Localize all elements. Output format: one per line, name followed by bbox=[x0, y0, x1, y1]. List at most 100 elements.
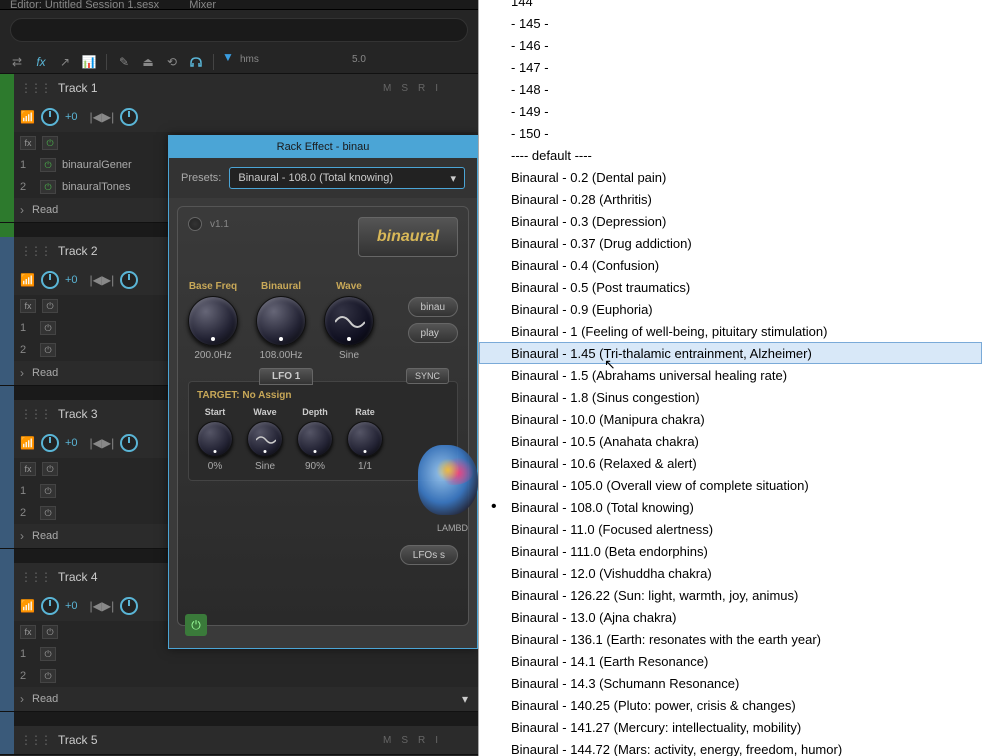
mute-button[interactable]: M bbox=[383, 83, 391, 94]
volume-knob[interactable] bbox=[41, 108, 59, 126]
preset-item[interactable]: Binaural - 136.1 (Earth: resonates with … bbox=[479, 628, 982, 650]
automation-mode[interactable]: Read bbox=[32, 367, 58, 379]
track-name[interactable]: Track 1 bbox=[58, 81, 375, 95]
grip-icon[interactable]: ⋮⋮⋮ bbox=[20, 244, 50, 258]
dialog-title-bar[interactable]: Rack Effect - binau bbox=[169, 136, 477, 158]
preset-item[interactable]: Binaural - 1.5 (Abrahams universal heali… bbox=[479, 364, 982, 386]
lfo-target[interactable]: TARGET: No Assign bbox=[197, 390, 449, 401]
pan-knob[interactable] bbox=[120, 108, 138, 126]
record-button[interactable]: R bbox=[418, 83, 425, 94]
preset-item[interactable]: Binaural - 126.22 (Sun: light, warmth, j… bbox=[479, 584, 982, 606]
preset-item[interactable]: - 146 - bbox=[479, 34, 982, 56]
automation-mode[interactable]: Read bbox=[32, 530, 58, 542]
preset-item[interactable]: Binaural - 0.28 (Arthritis) bbox=[479, 188, 982, 210]
preset-item[interactable]: Binaural - 111.0 (Beta endorphins) bbox=[479, 540, 982, 562]
power-icon[interactable]: ⏻ bbox=[40, 343, 56, 357]
preset-item[interactable]: Binaural - 105.0 (Overall view of comple… bbox=[479, 474, 982, 496]
mute-button[interactable]: M bbox=[383, 735, 391, 746]
pan-knob[interactable] bbox=[120, 271, 138, 289]
preset-item[interactable]: Binaural - 1 (Feeling of well-being, pit… bbox=[479, 320, 982, 342]
power-icon[interactable]: ⏻ bbox=[40, 647, 56, 661]
preset-item[interactable]: Binaural - 140.25 (Pluto: power, crisis … bbox=[479, 694, 982, 716]
preset-item[interactable]: - 149 - bbox=[479, 100, 982, 122]
basefreq-knob[interactable] bbox=[188, 296, 238, 346]
overview-bar[interactable] bbox=[10, 18, 468, 42]
eq-icon[interactable]: 📊 bbox=[80, 53, 98, 71]
preset-item[interactable]: - 148 - bbox=[479, 78, 982, 100]
wave-knob[interactable] bbox=[324, 296, 374, 346]
preset-item[interactable]: Binaural - 11.0 (Focused alertness) bbox=[479, 518, 982, 540]
lfos-button[interactable]: LFOs s bbox=[400, 545, 458, 565]
lfo-tab[interactable]: LFO 1 bbox=[259, 368, 313, 385]
preset-item[interactable]: Binaural - 141.27 (Mercury: intellectual… bbox=[479, 716, 982, 738]
preset-item[interactable]: Binaural - 0.5 (Post traumatics) bbox=[479, 276, 982, 298]
preset-item[interactable]: - 147 - bbox=[479, 56, 982, 78]
preset-item[interactable]: Binaural - 10.5 (Anahata chakra) bbox=[479, 430, 982, 452]
power-icon[interactable]: ⏻ bbox=[40, 484, 56, 498]
plugin-power-icon[interactable] bbox=[188, 217, 202, 231]
headphone-icon[interactable] bbox=[187, 53, 205, 71]
preset-item[interactable]: Binaural - 0.9 (Euphoria) bbox=[479, 298, 982, 320]
pan-knob[interactable] bbox=[120, 597, 138, 615]
preset-item[interactable]: - 150 - bbox=[479, 122, 982, 144]
solo-button[interactable]: S bbox=[401, 735, 408, 746]
expand-icon[interactable]: › bbox=[20, 529, 24, 543]
preset-dropdown-list[interactable]: 144- 145 -- 146 -- 147 -- 148 -- 149 -- … bbox=[478, 0, 982, 756]
volume-knob[interactable] bbox=[41, 597, 59, 615]
expand-icon[interactable]: › bbox=[20, 366, 24, 380]
track-header[interactable]: ⋮⋮⋮ Track 1 M S R I bbox=[0, 74, 478, 102]
mixer-tab[interactable]: Mixer bbox=[189, 0, 216, 11]
power-icon[interactable]: ⏻ bbox=[40, 158, 56, 172]
preset-item[interactable]: Binaural - 0.37 (Drug addiction) bbox=[479, 232, 982, 254]
playhead-icon[interactable]: ▼ bbox=[222, 50, 234, 64]
lfo-start-knob[interactable] bbox=[197, 421, 233, 457]
pan-knob[interactable] bbox=[120, 434, 138, 452]
grip-icon[interactable]: ⋮⋮⋮ bbox=[20, 81, 50, 95]
power-icon[interactable]: ⏻ bbox=[42, 625, 58, 639]
fx-icon[interactable]: fx bbox=[32, 53, 50, 71]
volume-value[interactable]: +0 bbox=[65, 274, 78, 286]
input-button[interactable]: I bbox=[435, 83, 438, 94]
power-icon[interactable]: ⏻ bbox=[42, 299, 58, 313]
volume-knob[interactable] bbox=[41, 434, 59, 452]
preset-item[interactable]: Binaural - 1.8 (Sinus congestion) bbox=[479, 386, 982, 408]
chevron-down-icon[interactable]: ▾ bbox=[462, 692, 468, 706]
tool-icon-3[interactable]: ⟲ bbox=[163, 53, 181, 71]
volume-knob[interactable] bbox=[41, 271, 59, 289]
preset-item[interactable]: Binaural - 14.1 (Earth Resonance) bbox=[479, 650, 982, 672]
grip-icon[interactable]: ⋮⋮⋮ bbox=[20, 570, 50, 584]
dialog-power-button[interactable]: ⏻ bbox=[185, 614, 207, 636]
volume-value[interactable]: +0 bbox=[65, 600, 78, 612]
preset-item[interactable]: Binaural - 0.2 (Dental pain) bbox=[479, 166, 982, 188]
preset-item[interactable]: - 145 - bbox=[479, 12, 982, 34]
power-icon[interactable]: ⏻ bbox=[42, 136, 58, 150]
preset-item[interactable]: Binaural - 1.45 (Tri-thalamic entrainmen… bbox=[479, 342, 982, 364]
preset-item[interactable]: Binaural - 10.6 (Relaxed & alert) bbox=[479, 452, 982, 474]
send-icon[interactable]: ↗ bbox=[56, 53, 74, 71]
preset-item[interactable]: Binaural - 144.72 (Mars: activity, energ… bbox=[479, 738, 982, 756]
fx-toggle[interactable]: fx bbox=[20, 299, 36, 313]
sync-button[interactable]: SYNC bbox=[406, 368, 449, 384]
preset-item[interactable]: Binaural - 0.3 (Depression) bbox=[479, 210, 982, 232]
automation-mode[interactable]: Read bbox=[32, 204, 58, 216]
solo-button[interactable]: S bbox=[401, 83, 408, 94]
grip-icon[interactable]: ⋮⋮⋮ bbox=[20, 733, 50, 747]
record-button[interactable]: R bbox=[418, 735, 425, 746]
lfo-rate-knob[interactable] bbox=[347, 421, 383, 457]
automation-mode[interactable]: Read bbox=[32, 693, 58, 705]
power-icon[interactable]: ⏻ bbox=[40, 321, 56, 335]
preset-item[interactable]: Binaural - 0.4 (Confusion) bbox=[479, 254, 982, 276]
binau-button[interactable]: binau bbox=[408, 297, 458, 317]
fx-toggle[interactable]: fx bbox=[20, 136, 36, 150]
binaural-knob[interactable] bbox=[256, 296, 306, 346]
shuffle-icon[interactable]: ⇄ bbox=[8, 53, 26, 71]
power-icon[interactable]: ⏻ bbox=[40, 669, 56, 683]
preset-item[interactable]: Binaural - 108.0 (Total knowing) bbox=[479, 496, 982, 518]
tool-icon-1[interactable]: ✎ bbox=[115, 53, 133, 71]
tool-icon-2[interactable]: ⏏ bbox=[139, 53, 157, 71]
volume-value[interactable]: +0 bbox=[65, 437, 78, 449]
expand-icon[interactable]: › bbox=[20, 203, 24, 217]
preset-item[interactable]: Binaural - 12.0 (Vishuddha chakra) bbox=[479, 562, 982, 584]
preset-item[interactable]: Binaural - 14.3 (Schumann Resonance) bbox=[479, 672, 982, 694]
input-button[interactable]: I bbox=[435, 735, 438, 746]
